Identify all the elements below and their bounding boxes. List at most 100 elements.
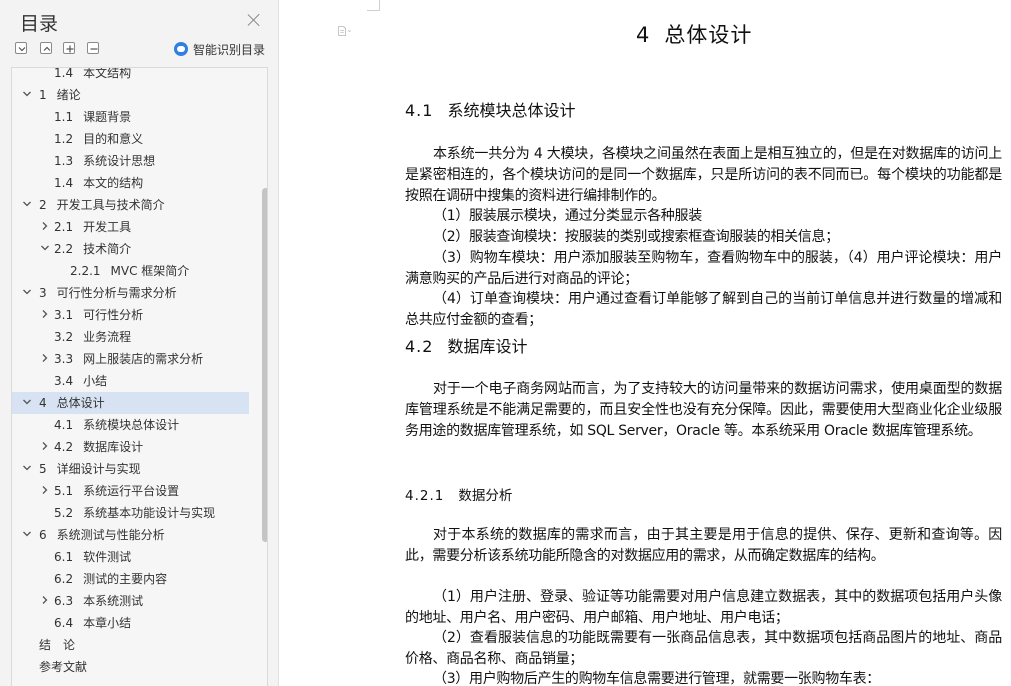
toc-item[interactable]: 4.2 数据库设计 — [12, 436, 267, 458]
toc-item-text: 系统模块总体设计 — [83, 418, 180, 432]
toc-item[interactable]: 结 论 — [12, 634, 267, 656]
chevron-down-icon[interactable] — [22, 529, 32, 539]
toc-item-number: 4 — [39, 396, 47, 410]
paragraph: （2）查看服装信息的功能既需要有一张商品信息表，其中数据项包括商品图片的地址、商… — [405, 630, 1002, 667]
toc-item[interactable]: 1 绪论 — [12, 84, 267, 106]
toc-item-label: 3.4 小结 — [54, 370, 107, 392]
chevron-right-icon[interactable] — [40, 441, 50, 451]
toc-item[interactable]: 3 可行性分析与需求分析 — [12, 282, 267, 304]
toc-item-text: 测试的主要内容 — [83, 572, 168, 586]
toc-item-text: 本文结构 — [83, 67, 132, 80]
toc-item-number: 5 — [39, 462, 47, 476]
expand-up-icon[interactable] — [40, 42, 52, 54]
toc-item-text: 技术简介 — [83, 242, 132, 256]
toc-item-label: 1.4 本文结构 — [54, 67, 132, 84]
toc-panel: 目录 智能识别目录 1.4 本文结构 1 绪论 1.1 课题背景 1.2 目的和意义 1.3 系统… — [0, 0, 279, 686]
chevron-right-icon[interactable] — [40, 221, 50, 231]
toc-item-number: 2.1 — [54, 220, 74, 234]
toc-item[interactable]: 3.1 可行性分析 — [12, 304, 267, 326]
toc-item[interactable]: 1.1 课题背景 — [12, 106, 267, 128]
toc-item[interactable]: 1.3 系统设计思想 — [12, 150, 267, 172]
paragraph: 对于本系统的数据库的需求而言，由于其主要是用于信息的提供、保存、更新和查询等。因… — [405, 527, 1002, 564]
chevron-right-icon[interactable] — [40, 595, 50, 605]
toc-item[interactable]: 6.2 测试的主要内容 — [12, 568, 267, 590]
toc-item-number: 6.3 — [54, 594, 74, 608]
chevron-down-icon[interactable] — [22, 397, 32, 407]
toc-item-label: 参考文献 — [39, 656, 87, 678]
chevron-right-icon[interactable] — [40, 353, 50, 363]
toc-item-number: 1.4 — [54, 176, 74, 190]
toc-item-text: 开发工具与技术简介 — [56, 198, 165, 212]
toc-item-number: 1.2 — [54, 132, 74, 146]
toc-item-text: 可行性分析 — [83, 308, 144, 322]
toc-item-label: 结 论 — [39, 634, 75, 656]
toc-item-number: 3.1 — [54, 308, 74, 322]
toc-item-number: 1.4 — [54, 67, 74, 80]
toc-item-label: 4 总体设计 — [39, 392, 105, 414]
toc-item[interactable]: 2 开发工具与技术简介 — [12, 194, 267, 216]
toc-item-number: 3.3 — [54, 352, 74, 366]
toc-item-text: 本系统测试 — [83, 594, 144, 608]
toc-item-number: 2.2.1 — [70, 264, 101, 278]
chevron-down-icon[interactable] — [40, 243, 50, 253]
toc-item-text: 软件测试 — [83, 550, 132, 564]
toc-item[interactable]: 1.2 目的和意义 — [12, 128, 267, 150]
chevron-down-icon[interactable] — [22, 199, 32, 209]
chevron-down-icon[interactable] — [22, 463, 32, 473]
remove-heading-icon[interactable] — [87, 42, 99, 54]
chevron-down-icon[interactable] — [22, 287, 32, 297]
toc-item[interactable]: 6.3 本系统测试 — [12, 590, 267, 612]
toc-item-text: MVC 框架简介 — [110, 264, 190, 278]
toc-item-label: 3 可行性分析与需求分析 — [39, 282, 177, 304]
document-page[interactable]: 4 总体设计 4.1 系统模块总体设计 本系统一共分为 4 大模块，各模块之间虽然在… — [280, 0, 1011, 686]
toc-item-text: 总体设计 — [56, 396, 105, 410]
toc-item[interactable]: 2.2 技术简介 — [12, 238, 267, 260]
toc-item-text: 系统运行平台设置 — [83, 484, 180, 498]
smart-toc-button[interactable]: 智能识别目录 — [174, 40, 265, 58]
chapter-heading: 4 总体设计 — [636, 23, 753, 47]
close-icon[interactable] — [247, 13, 261, 27]
toc-item-text: 课题背景 — [83, 110, 132, 124]
toc-item-number: 6.1 — [54, 550, 74, 564]
section-heading-4-2: 4.2 数据库设计 — [405, 337, 528, 356]
toc-item-label: 3.3 网上服装店的需求分析 — [54, 348, 203, 370]
chevron-right-icon[interactable] — [40, 485, 50, 495]
toc-item[interactable]: 5.1 系统运行平台设置 — [12, 480, 267, 502]
add-heading-icon[interactable] — [63, 42, 75, 54]
toc-item[interactable]: 4.1 系统模块总体设计 — [12, 414, 267, 436]
toc-item-label: 1 绪论 — [39, 84, 81, 106]
toc-item-number: 4.2 — [54, 440, 74, 454]
toc-item-label: 4.1 系统模块总体设计 — [54, 414, 179, 436]
toc-item-label: 6.4 本章小结 — [54, 612, 131, 634]
toc-item-text: 参考文献 — [39, 660, 88, 674]
paragraph: 对于一个电子商务网站而言，为了支持较大的访问量带来的数据访问需求，使用桌面型的数… — [405, 381, 1002, 439]
toc-item-text: 网上服装店的需求分析 — [83, 352, 204, 366]
collapse-all-icon[interactable] — [15, 42, 27, 54]
chevron-right-icon[interactable] — [40, 309, 50, 319]
toc-item[interactable]: 3.3 网上服装店的需求分析 — [12, 348, 267, 370]
toc-scrollbar[interactable] — [262, 188, 267, 542]
chevron-down-icon[interactable] — [22, 89, 32, 99]
toc-item[interactable]: 5 详细设计与实现 — [12, 458, 267, 480]
toc-item[interactable]: 6.1 软件测试 — [12, 546, 267, 568]
toc-item-text: 业务流程 — [83, 330, 132, 344]
toc-item[interactable]: 3.4 小结 — [12, 370, 267, 392]
toc-list: 1.4 本文结构 1 绪论 1.1 课题背景 1.2 目的和意义 1.3 系统设计思想 1.4 本文的… — [12, 67, 267, 678]
toc-item[interactable]: 1.4 本文结构 — [12, 67, 267, 84]
toc-item[interactable]: 1.4 本文的结构 — [12, 172, 267, 194]
toc-item-text: 绪论 — [56, 88, 81, 102]
toc-item-text: 详细设计与实现 — [56, 462, 141, 476]
toc-list-container: 1.4 本文结构 1 绪论 1.1 课题背景 1.2 目的和意义 1.3 系统设计思想 1.4 本文的… — [11, 67, 268, 686]
toc-item[interactable]: 6.4 本章小结 — [12, 612, 267, 634]
toc-item[interactable]: 5.2 系统基本功能设计与实现 — [12, 502, 267, 524]
toc-item[interactable]: 参考文献 — [12, 656, 267, 678]
document-area: 4 总体设计 4.1 系统模块总体设计 本系统一共分为 4 大模块，各模块之间虽然在… — [280, 0, 1011, 686]
toc-item-text: 小结 — [83, 374, 108, 388]
toc-item[interactable]: 2.2.1 MVC 框架简介 — [12, 260, 267, 282]
toc-item[interactable]: 2.1 开发工具 — [12, 216, 267, 238]
toc-item[interactable]: 4 总体设计 — [12, 392, 249, 414]
toc-item[interactable]: 3.2 业务流程 — [12, 326, 267, 348]
toc-item-text: 系统测试与性能分析 — [56, 528, 165, 542]
toc-item-label: 3.1 可行性分析 — [54, 304, 143, 326]
toc-item[interactable]: 6 系统测试与性能分析 — [12, 524, 267, 546]
